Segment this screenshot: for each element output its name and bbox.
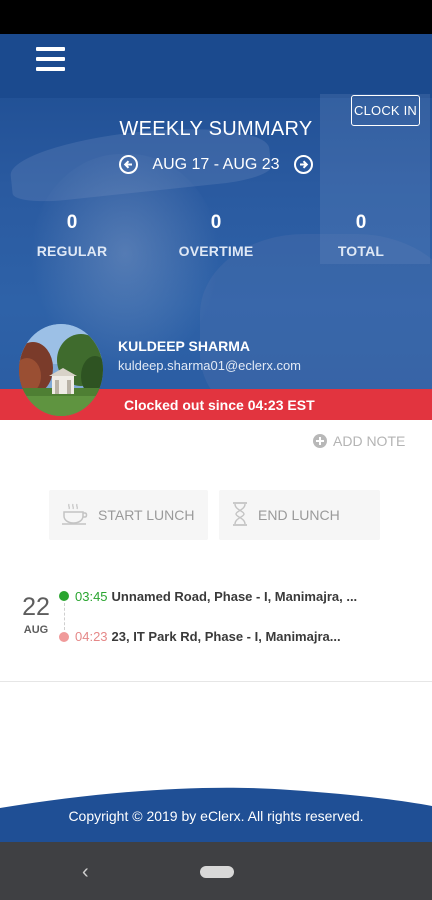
page-title: WEEKLY SUMMARY (119, 118, 313, 140)
user-email: kuldeep.sharma01@eclerx.com (118, 358, 302, 373)
stat-total-value: 0 (355, 212, 367, 233)
timeline-connector (64, 603, 65, 630)
add-circle-icon (313, 434, 327, 448)
arrow-left-circle-icon[interactable] (119, 155, 139, 174)
clock-status-text: Clocked out since 04:23 EST (124, 396, 315, 413)
stat-overtime-value: 0 (210, 212, 222, 233)
date-range-selector: AUG 17 - AUG 23 (0, 155, 432, 174)
start-lunch-label: START LUNCH (98, 507, 195, 523)
stat-regular: 0 REGULAR (17, 212, 127, 259)
entry-time: 04:23 (75, 629, 108, 644)
timeline-entry[interactable]: 03:45 Unnamed Road, Phase - I, Manimajra,… (75, 589, 357, 604)
stat-total: 0 TOTAL (306, 212, 416, 259)
avatar[interactable] (19, 324, 103, 416)
stat-overtime-label: OVERTIME (178, 243, 254, 259)
clock-out-marker (59, 632, 69, 642)
entry-address: Unnamed Road, Phase - I, Manimajra, ... (111, 589, 358, 604)
date-range-label: AUG 17 - AUG 23 (152, 155, 280, 173)
stat-total-label: TOTAL (337, 243, 385, 259)
copyright-text: Copyright © 2019 by eClerx. All rights r… (68, 808, 364, 824)
entry-time: 03:45 (75, 589, 108, 604)
timeline-entry[interactable]: 04:23 23, IT Park Rd, Phase - I, Manimajr… (75, 629, 341, 644)
entry-address: 23, IT Park Rd, Phase - I, Manimajra... (111, 629, 341, 644)
system-navigation-bar: ‹ (0, 842, 432, 900)
stat-regular-value: 0 (66, 212, 78, 233)
timeline-day: 22 (22, 593, 50, 621)
arrow-right-circle-icon[interactable] (293, 155, 313, 174)
add-note-label: ADD NOTE (333, 433, 406, 449)
divider (0, 681, 432, 682)
end-lunch-label: END LUNCH (258, 507, 340, 523)
clock-in-marker (59, 591, 69, 601)
status-bar (0, 0, 432, 34)
footer: Copyright © 2019 by eClerx. All rights r… (0, 780, 432, 842)
stat-overtime: 0 OVERTIME (161, 212, 271, 259)
timeline-date: 22 AUG (18, 593, 54, 636)
start-lunch-button[interactable]: START LUNCH (49, 490, 208, 540)
back-icon[interactable]: ‹ (82, 861, 89, 884)
timeline-month: AUG (23, 624, 49, 636)
hamburger-menu-icon[interactable] (36, 47, 65, 71)
user-name: KULDEEP SHARMA (118, 338, 250, 354)
hourglass-icon (231, 501, 249, 529)
end-lunch-button[interactable]: END LUNCH (219, 490, 380, 540)
add-note-button[interactable]: ADD NOTE (313, 433, 405, 449)
coffee-cup-icon (61, 502, 89, 529)
stat-regular-label: REGULAR (36, 243, 108, 259)
home-button[interactable] (200, 866, 234, 878)
